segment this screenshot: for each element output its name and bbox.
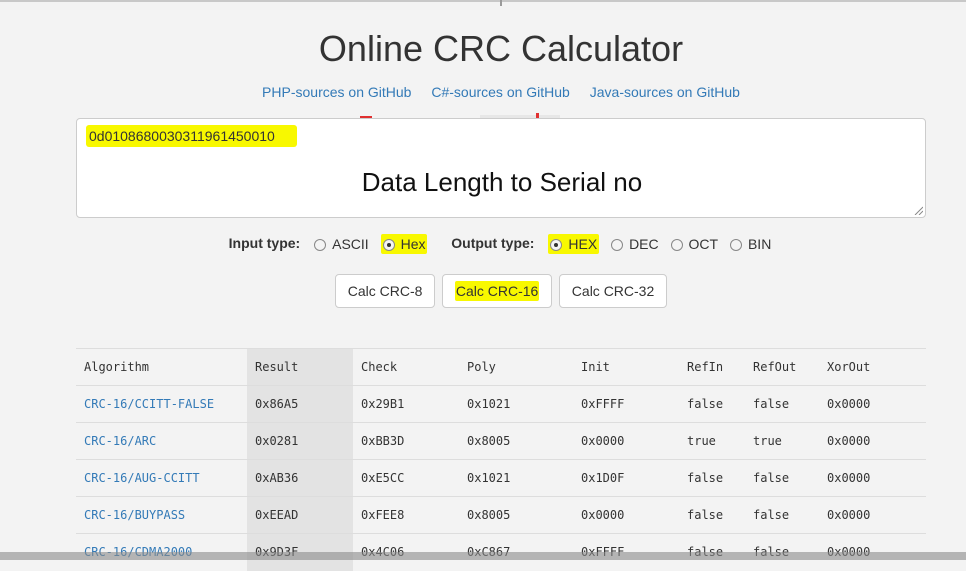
check-cell: 0xBB3D <box>353 422 459 460</box>
header-check: Check <box>353 348 459 386</box>
xorout-cell: 0x0000 <box>819 496 926 534</box>
top-border <box>0 0 966 6</box>
radio-output-dec[interactable]: DEC <box>611 236 659 252</box>
calc-buttons: Calc CRC-8 Calc CRC-16 Calc CRC-32 <box>0 274 966 308</box>
radio-label: DEC <box>629 235 659 252</box>
input-type-label: Input type: <box>228 234 301 251</box>
source-links: PHP-sources on GitHub C#-sources on GitH… <box>0 84 966 100</box>
xorout-cell: 0x0000 <box>819 385 926 423</box>
radio-icon <box>314 238 327 251</box>
header-refin: RefIn <box>679 348 745 386</box>
header-algorithm: Algorithm <box>76 348 247 386</box>
top-border-tick <box>500 0 502 6</box>
refin-cell: true <box>679 422 745 460</box>
algorithm-link[interactable]: CRC-16/CCITT-FALSE <box>84 397 214 411</box>
highlight: Hex <box>380 233 428 254</box>
refout-cell: true <box>745 422 819 460</box>
radio-label: HEX <box>568 235 598 252</box>
radio-label: ASCII <box>332 235 369 252</box>
init-cell: 0xFFFF <box>573 385 679 423</box>
table-row: CRC-16/AUG-CCITT 0xAB36 0xE5CC 0x1021 0x… <box>76 459 926 497</box>
check-cell: 0x29B1 <box>353 385 459 423</box>
page-title: Online CRC Calculator <box>318 28 684 69</box>
radio-icon <box>670 238 683 251</box>
radio-icon <box>729 238 742 251</box>
calc-crc8-button[interactable]: Calc CRC-8 <box>334 274 436 308</box>
algorithm-cell: CRC-16/CCITT-FALSE <box>76 385 247 423</box>
radio-checked-icon <box>550 238 563 251</box>
algorithm-link[interactable]: CRC-16/ARC <box>84 434 156 448</box>
refout-cell: false <box>745 459 819 497</box>
result-cell: 0xAB36 <box>247 459 353 497</box>
table-header-row: Algorithm Result Check Poly Init RefIn R… <box>76 348 926 386</box>
output-type-group: Output type: HEX DEC OCT BIN <box>451 233 773 254</box>
poly-cell: 0x8005 <box>459 422 573 460</box>
header-poly: Poly <box>459 348 573 386</box>
result-cell: 0x0281 <box>247 422 353 460</box>
header-xorout: XorOut <box>819 348 926 386</box>
calc-crc16-button[interactable]: Calc CRC-16 <box>441 274 553 308</box>
horizontal-scrollbar[interactable] <box>0 552 966 560</box>
refin-cell: false <box>679 385 745 423</box>
data-input-textarea[interactable]: 0d0108680030311961450010 Data Length to … <box>76 118 926 218</box>
radio-output-hex[interactable]: HEX <box>548 233 600 254</box>
table-row: CRC-16/CCITT-FALSE 0x86A5 0x29B1 0x1021 … <box>76 385 926 423</box>
radio-label: OCT <box>688 235 719 252</box>
calc-crc32-button[interactable]: Calc CRC-32 <box>558 274 668 308</box>
results-table: Algorithm Result Check Poly Init RefIn R… <box>76 348 926 571</box>
xorout-cell: 0x0000 <box>819 422 926 460</box>
input-value: 0d0108680030311961450010 <box>86 125 297 147</box>
algorithm-link[interactable]: CRC-16/AUG-CCITT <box>84 471 200 485</box>
poly-cell: 0x8005 <box>459 496 573 534</box>
refin-cell: false <box>679 496 745 534</box>
input-type-group: Input type: ASCII Hex <box>228 233 430 254</box>
refout-cell: false <box>745 385 819 423</box>
xorout-cell: 0x0000 <box>819 459 926 497</box>
radio-output-oct[interactable]: OCT <box>670 235 719 252</box>
algorithm-link[interactable]: CRC-16/BUYPASS <box>84 508 185 522</box>
check-cell: 0xFEE8 <box>353 496 459 534</box>
poly-cell: 0x1021 <box>459 385 573 423</box>
algorithm-cell: CRC-16/BUYPASS <box>76 496 247 534</box>
refin-cell: false <box>679 459 745 497</box>
radio-output-bin[interactable]: BIN <box>729 235 772 252</box>
result-cell: 0x86A5 <box>247 385 353 423</box>
radio-input-hex[interactable]: Hex <box>380 233 428 254</box>
init-cell: 0x1D0F <box>573 459 679 497</box>
php-sources-link[interactable]: PHP-sources on GitHub <box>262 84 411 100</box>
algorithm-cell: CRC-16/ARC <box>76 422 247 460</box>
radio-label: BIN <box>747 235 772 252</box>
radio-icon <box>611 238 624 251</box>
algorithm-cell: CRC-16/AUG-CCITT <box>76 459 247 497</box>
output-type-label: Output type: <box>451 234 535 251</box>
annotation-text: Data Length to Serial no <box>361 167 643 197</box>
button-label-highlight: Calc CRC-16 <box>454 281 540 301</box>
type-options: Input type: ASCII Hex Output type: HEX D… <box>0 233 966 254</box>
highlight: HEX <box>548 233 600 254</box>
header-result: Result <box>247 348 353 386</box>
table-row: CRC-16/BUYPASS 0xEEAD 0xFEE8 0x8005 0x00… <box>76 496 926 534</box>
java-sources-link[interactable]: Java-sources on GitHub <box>590 84 740 100</box>
init-cell: 0x0000 <box>573 422 679 460</box>
radio-input-ascii[interactable]: ASCII <box>314 236 369 252</box>
result-cell: 0xEEAD <box>247 496 353 534</box>
resize-grip-icon[interactable] <box>913 205 923 215</box>
check-cell: 0xE5CC <box>353 459 459 497</box>
radio-checked-icon <box>382 238 395 251</box>
csharp-sources-link[interactable]: C#-sources on GitHub <box>431 84 570 100</box>
header-init: Init <box>573 348 679 386</box>
header-refout: RefOut <box>745 348 819 386</box>
table-row: CRC-16/ARC 0x0281 0xBB3D 0x8005 0x0000 t… <box>76 422 926 460</box>
radio-label: Hex <box>400 235 426 252</box>
poly-cell: 0x1021 <box>459 459 573 497</box>
refout-cell: false <box>745 496 819 534</box>
init-cell: 0x0000 <box>573 496 679 534</box>
